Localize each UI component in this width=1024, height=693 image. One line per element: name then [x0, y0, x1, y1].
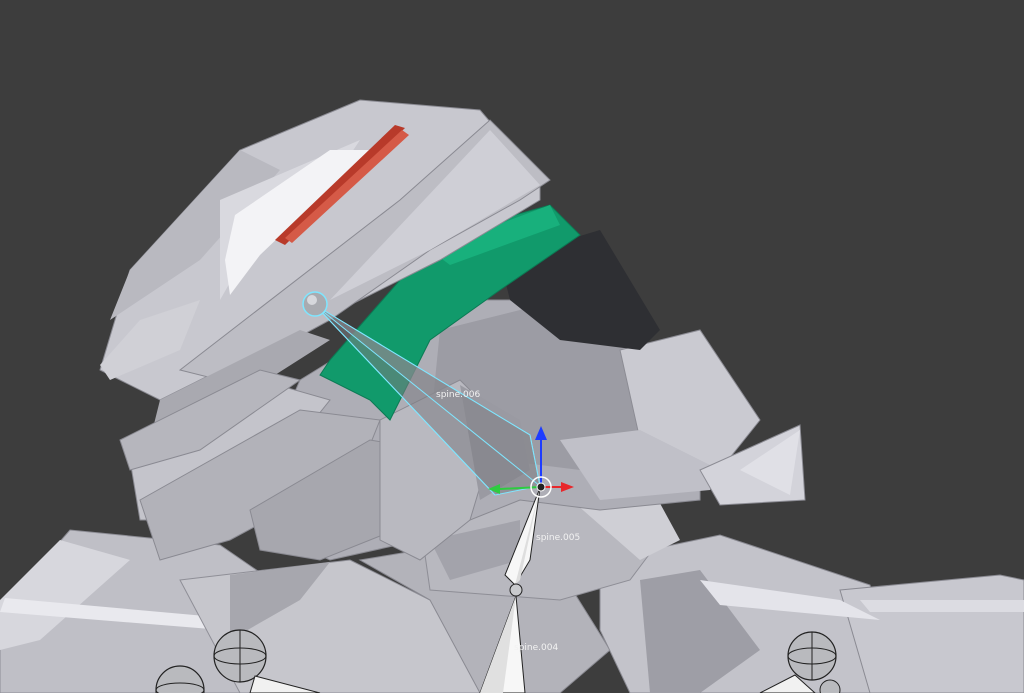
pivot-point-icon	[536, 482, 546, 492]
bone-label-spine-005: spine.005	[536, 533, 580, 543]
bone-label-spine-004: spine.004	[514, 643, 558, 653]
bone-label-spine-006: spine.006	[436, 390, 480, 400]
3d-viewport[interactable]: spine.006 spine.005 spine.004	[0, 0, 1024, 693]
scene-canvas[interactable]: spine.006 spine.005 spine.004	[0, 0, 1024, 693]
